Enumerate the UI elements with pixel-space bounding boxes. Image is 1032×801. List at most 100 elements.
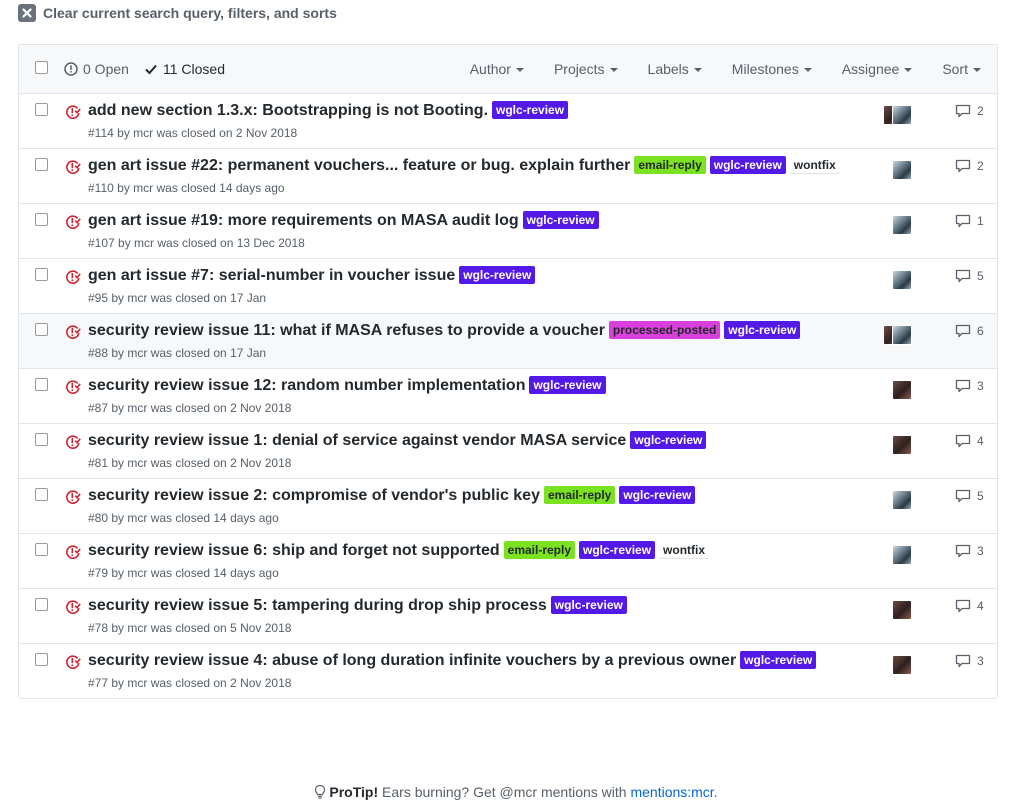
comment-count: 5 — [977, 269, 984, 283]
comment-count-link[interactable]: 3 — [955, 654, 984, 668]
issue-title-link[interactable]: security review issue 4: abuse of long d… — [88, 652, 736, 669]
issue-title-link[interactable]: gen art issue #22: permanent vouchers...… — [88, 157, 630, 174]
clear-filters-label: Clear current search query, filters, and… — [43, 5, 337, 21]
clear-filters-link[interactable]: Clear current search query, filters, and… — [18, 4, 337, 22]
issue-row[interactable]: security review issue 12: random number … — [19, 369, 997, 424]
assignee-avatar[interactable] — [892, 215, 912, 235]
issue-row[interactable]: security review issue 5: tampering durin… — [19, 589, 997, 644]
issue-title-link[interactable]: security review issue 1: denial of servi… — [88, 432, 626, 449]
issue-title-link[interactable]: gen art issue #7: serial-number in vouch… — [88, 267, 455, 284]
filter-label: Assignee — [841, 61, 900, 77]
label-email-reply[interactable]: email-reply — [503, 541, 576, 559]
issue-closed-icon — [66, 105, 81, 119]
comment-count-link[interactable]: 6 — [955, 324, 984, 338]
issue-title-link[interactable]: security review issue 5: tampering durin… — [88, 597, 547, 614]
assignee-avatar[interactable] — [892, 270, 912, 290]
label-wglc-review[interactable]: wglc-review — [522, 211, 599, 229]
filter-labels[interactable]: Labels — [648, 61, 702, 77]
filter-author[interactable]: Author — [470, 61, 524, 77]
label-processed-posted[interactable]: processed-posted — [608, 321, 721, 339]
comment-count-link[interactable]: 2 — [955, 104, 984, 118]
comment-count-link[interactable]: 3 — [955, 544, 984, 558]
closed-issues-toggle[interactable]: 11 Closed — [144, 61, 225, 77]
assignee-avatar[interactable] — [892, 600, 912, 620]
assignee-avatar[interactable] — [892, 655, 912, 675]
issue-checkbox[interactable] — [35, 543, 48, 556]
assignee-avatar[interactable] — [892, 435, 912, 455]
issue-title-link[interactable]: security review issue 2: compromise of v… — [88, 487, 540, 504]
filter-assignee[interactable]: Assignee — [842, 61, 913, 77]
label-wglc-review[interactable]: wglc-review — [492, 101, 569, 119]
issue-checkbox[interactable] — [35, 158, 48, 171]
comment-count: 4 — [977, 434, 984, 448]
issue-row[interactable]: security review issue 11: what if MASA r… — [19, 314, 997, 369]
comment-count: 3 — [977, 654, 984, 668]
issue-row[interactable]: gen art issue #22: permanent vouchers...… — [19, 149, 997, 204]
issue-checkbox[interactable] — [35, 268, 48, 281]
assignee-avatar[interactable] — [892, 105, 912, 125]
issue-checkbox[interactable] — [35, 433, 48, 446]
label-wglc-review[interactable]: wglc-review — [724, 321, 801, 339]
filter-milestones[interactable]: Milestones — [732, 61, 812, 77]
issue-checkbox[interactable] — [35, 103, 48, 116]
comment-icon — [955, 379, 971, 393]
select-all-checkbox[interactable] — [35, 61, 48, 74]
issue-meta: #114 by mcr was closed on 2 Nov 2018 — [88, 126, 298, 140]
comment-count-link[interactable]: 5 — [955, 489, 984, 503]
issue-row[interactable]: security review issue 4: abuse of long d… — [19, 644, 997, 698]
label-wglc-review[interactable]: wglc-review — [529, 376, 606, 394]
issue-row[interactable]: security review issue 2: compromise of v… — [19, 479, 997, 534]
caret-down-icon — [904, 68, 913, 72]
label-wglc-review[interactable]: wglc-review — [459, 266, 536, 284]
issue-checkbox[interactable] — [35, 213, 48, 226]
comment-count-link[interactable]: 2 — [955, 159, 984, 173]
issue-row[interactable]: gen art issue #19: more requirements on … — [19, 204, 997, 259]
assignee-avatar[interactable] — [892, 490, 912, 510]
comment-count-link[interactable]: 3 — [955, 379, 984, 393]
filter-sort[interactable]: Sort — [942, 61, 981, 77]
label-wontfix[interactable]: wontfix — [659, 541, 710, 559]
label-wglc-review[interactable]: wglc-review — [740, 651, 817, 669]
issue-title-link[interactable]: security review issue 6: ship and forget… — [88, 542, 500, 559]
comment-count-link[interactable]: 4 — [955, 434, 984, 448]
assignees — [883, 270, 913, 290]
open-issues-toggle[interactable]: 0 Open — [64, 61, 129, 77]
comment-count-link[interactable]: 4 — [955, 599, 984, 613]
label-wglc-review[interactable]: wglc-review — [709, 156, 786, 174]
assignee-avatar[interactable] — [892, 380, 912, 400]
closed-count-label: 11 Closed — [163, 61, 226, 77]
comment-count-link[interactable]: 5 — [955, 269, 984, 283]
filter-bar: Author Projects Labels Milestones Assign… — [470, 61, 997, 77]
mentions-search-link[interactable]: mentions:mcr — [630, 784, 713, 800]
assignees — [883, 105, 913, 125]
issue-title-link[interactable]: security review issue 12: random number … — [88, 377, 525, 394]
issue-checkbox[interactable] — [35, 598, 48, 611]
caret-down-icon — [803, 68, 812, 72]
assignee-avatar[interactable] — [892, 325, 912, 345]
issues-list-header: 0 Open 11 Closed Author Projects Labels … — [19, 45, 997, 94]
issue-checkbox[interactable] — [35, 323, 48, 336]
label-wontfix[interactable]: wontfix — [789, 156, 840, 174]
label-email-reply[interactable]: email-reply — [543, 486, 616, 504]
issue-title-link[interactable]: security review issue 11: what if MASA r… — [88, 322, 605, 339]
issue-checkbox[interactable] — [35, 488, 48, 501]
label-wglc-review[interactable]: wglc-review — [550, 596, 627, 614]
comment-icon — [955, 654, 971, 668]
issue-title-link[interactable]: gen art issue #19: more requirements on … — [88, 212, 519, 229]
issue-title-link[interactable]: add new section 1.3.x: Bootstrapping is … — [88, 102, 488, 119]
comment-count-link[interactable]: 1 — [955, 214, 984, 228]
issue-checkbox[interactable] — [35, 378, 48, 391]
label-wglc-review[interactable]: wglc-review — [630, 431, 707, 449]
issue-row[interactable]: security review issue 1: denial of servi… — [19, 424, 997, 479]
issue-checkbox[interactable] — [35, 653, 48, 666]
issue-body: security review issue 1: denial of servi… — [88, 424, 848, 478]
issue-row[interactable]: gen art issue #7: serial-number in vouch… — [19, 259, 997, 314]
filter-projects[interactable]: Projects — [554, 61, 618, 77]
issue-row[interactable]: add new section 1.3.x: Bootstrapping is … — [19, 94, 997, 149]
label-wglc-review[interactable]: wglc-review — [619, 486, 696, 504]
label-wglc-review[interactable]: wglc-review — [579, 541, 656, 559]
assignee-avatar[interactable] — [892, 545, 912, 565]
assignee-avatar[interactable] — [892, 160, 912, 180]
issue-row[interactable]: security review issue 6: ship and forget… — [19, 534, 997, 589]
label-email-reply[interactable]: email-reply — [634, 156, 706, 174]
